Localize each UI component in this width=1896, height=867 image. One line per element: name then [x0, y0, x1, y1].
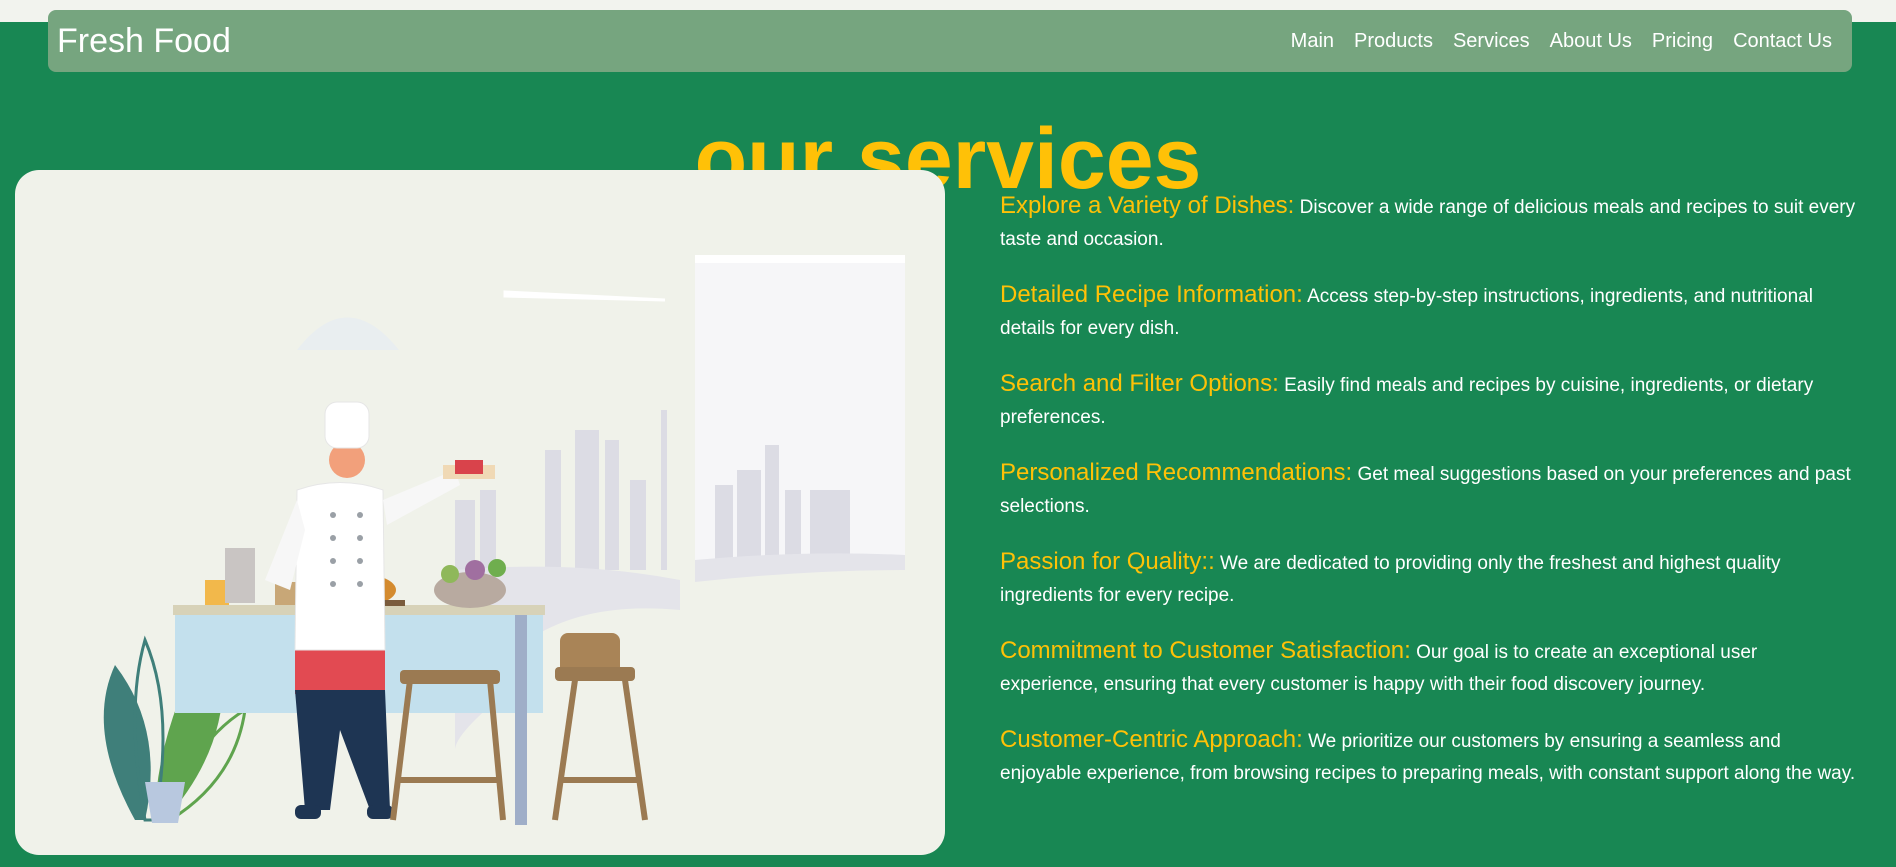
service-title: Passion for Quality:: — [1000, 548, 1215, 575]
service-title: Customer-Centric Approach: — [1000, 726, 1303, 753]
service-title: Personalized Recommendations: — [1000, 459, 1353, 486]
service-item: Explore a Variety of Dishes: Discover a … — [1000, 190, 1860, 256]
service-title: Commitment to Customer Satisfaction: — [1000, 637, 1411, 664]
service-item: Personalized Recommendations: Get meal s… — [1000, 457, 1860, 523]
chef-illustration-card — [15, 170, 945, 855]
chef-illustration — [103, 255, 905, 825]
service-item: Search and Filter Options: Easily find m… — [1000, 368, 1860, 434]
nav-link-contact-us[interactable]: Contact Us — [1723, 30, 1842, 53]
nav-link-pricing[interactable]: Pricing — [1642, 30, 1723, 53]
service-title: Search and Filter Options: — [1000, 370, 1279, 397]
nav-link-main[interactable]: Main — [1281, 30, 1344, 53]
brand-logo[interactable]: Fresh Food — [57, 22, 231, 61]
nav-links: Main Products Services About Us Pricing … — [1281, 30, 1842, 53]
service-item: Commitment to Customer Satisfaction: Our… — [1000, 635, 1860, 701]
services-list: Explore a Variety of Dishes: Discover a … — [1000, 190, 1860, 813]
service-title: Explore a Variety of Dishes: — [1000, 192, 1295, 219]
nav-link-about-us[interactable]: About Us — [1540, 30, 1642, 53]
service-item: Passion for Quality:: We are dedicated t… — [1000, 546, 1860, 612]
service-title: Detailed Recipe Information: — [1000, 281, 1303, 308]
navbar: Fresh Food Main Products Services About … — [48, 10, 1852, 72]
service-item: Customer-Centric Approach: We prioritize… — [1000, 724, 1860, 790]
nav-link-services[interactable]: Services — [1443, 30, 1540, 53]
service-item: Detailed Recipe Information: Access step… — [1000, 279, 1860, 345]
nav-link-products[interactable]: Products — [1344, 30, 1443, 53]
